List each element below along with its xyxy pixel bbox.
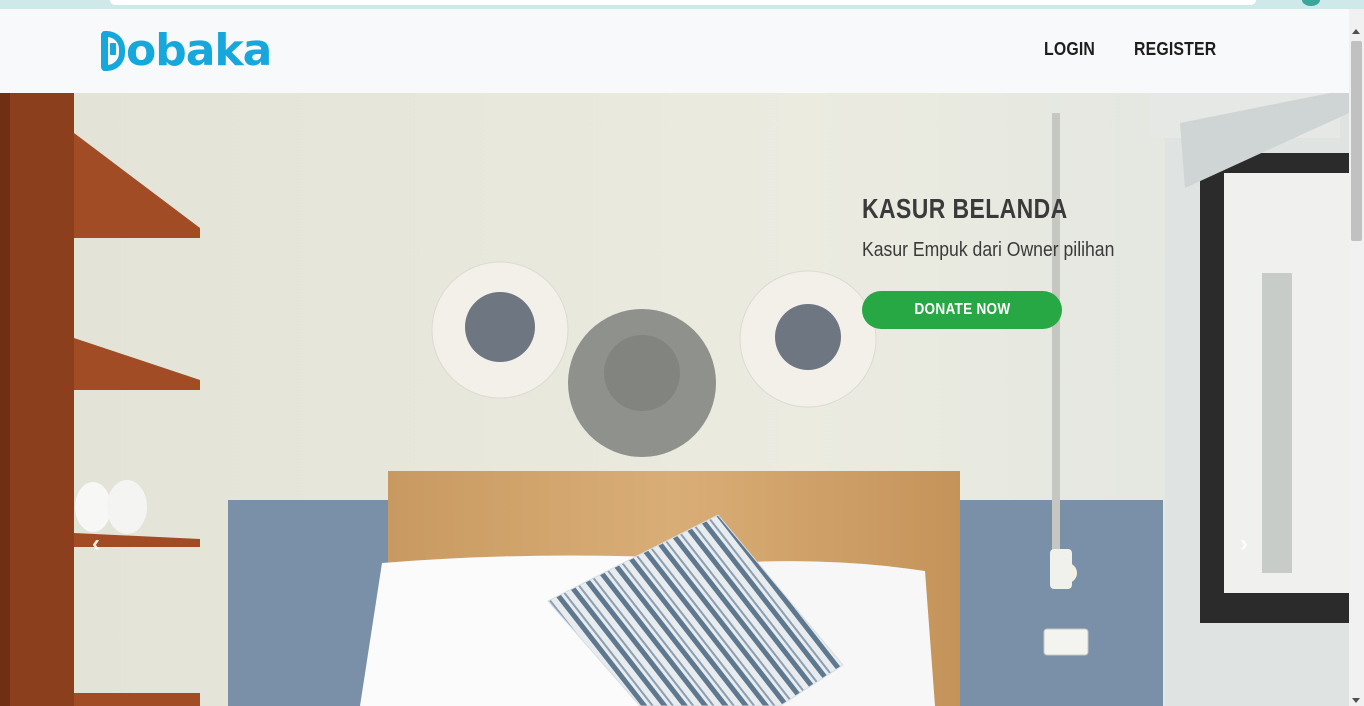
scroll-up-arrow-icon[interactable] xyxy=(1352,29,1360,34)
nav-links: LOGIN REGISTER xyxy=(1044,39,1228,60)
slide-title: KASUR BELANDA xyxy=(862,193,1068,224)
register-link[interactable]: REGISTER xyxy=(1134,39,1216,60)
login-link[interactable]: LOGIN xyxy=(1044,39,1095,60)
scroll-down-arrow-icon[interactable] xyxy=(1352,698,1360,703)
phone-d-logo-icon xyxy=(101,31,125,71)
donate-now-button[interactable]: DONATE NOW xyxy=(862,291,1062,329)
donate-now-label: DONATE NOW xyxy=(914,301,1010,318)
brand-name: obaka xyxy=(126,25,272,76)
carousel-caption: KASUR BELANDA Kasur Empuk dari Owner pil… xyxy=(862,193,1149,329)
navbar: obaka LOGIN REGISTER xyxy=(0,9,1349,93)
scroll-thumb[interactable] xyxy=(1351,41,1362,241)
chevron-right-icon[interactable]: › xyxy=(1240,530,1248,558)
slide-subtitle: Kasur Empuk dari Owner pilihan xyxy=(862,239,1115,261)
brand-logo[interactable]: obaka xyxy=(101,25,272,76)
hero-carousel: KASUR BELANDA Kasur Empuk dari Owner pil… xyxy=(0,93,1349,706)
browser-top-strip xyxy=(0,0,1364,9)
chevron-left-icon[interactable]: ‹ xyxy=(92,530,100,558)
browser-profile-icon[interactable] xyxy=(1302,0,1320,6)
address-bar[interactable] xyxy=(110,0,1256,5)
page-scrollbar[interactable] xyxy=(1349,9,1364,706)
bedroom-photo xyxy=(0,93,1349,706)
